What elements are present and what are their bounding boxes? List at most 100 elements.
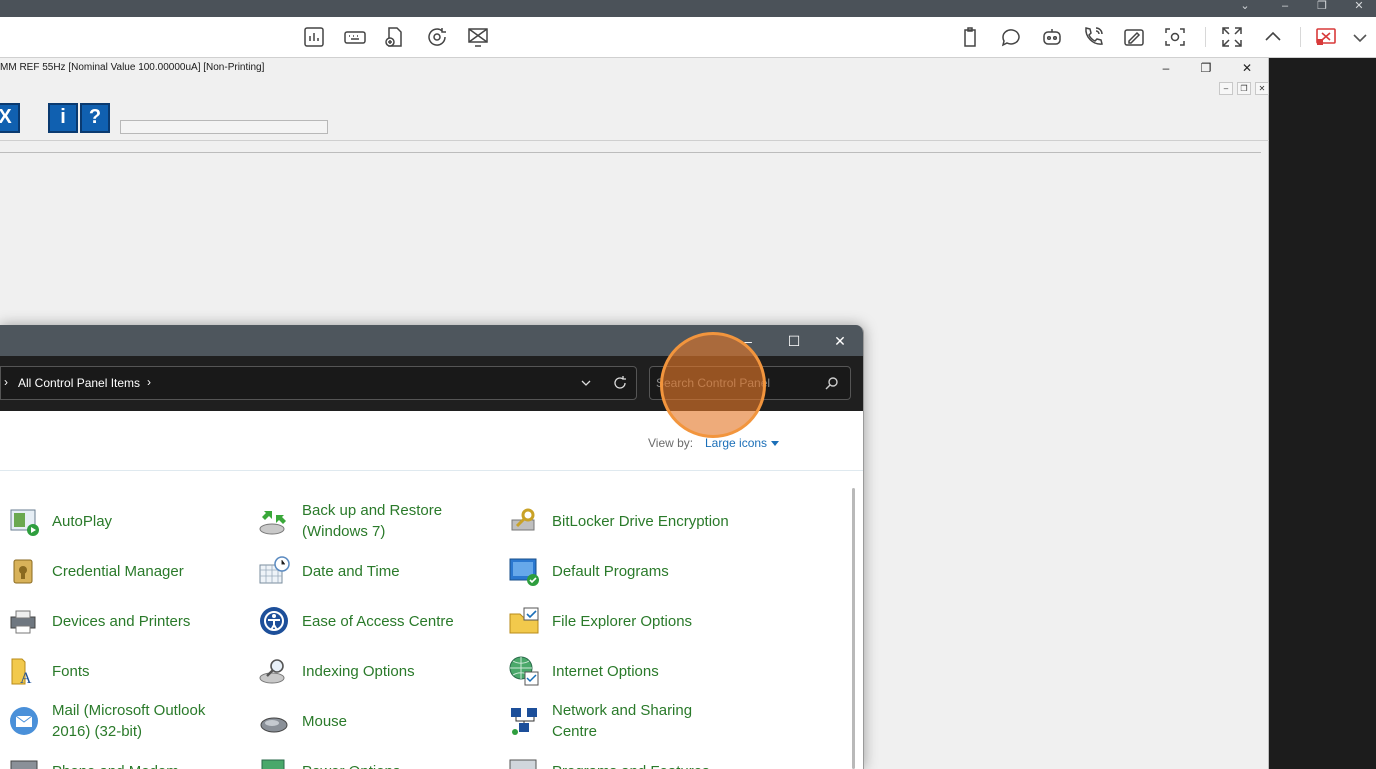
- maximize-icon[interactable]: ☐: [779, 332, 809, 350]
- search-icon[interactable]: [824, 375, 840, 391]
- cp-item-mail[interactable]: Mail (Microsoft Outlook 2016) (32-bit): [8, 699, 238, 743]
- cp-item-label: Mouse: [302, 712, 348, 730]
- chat-icon[interactable]: [999, 25, 1023, 49]
- help-button[interactable]: ?: [80, 103, 110, 133]
- close-icon[interactable]: ✕: [1344, 0, 1374, 17]
- file-explorer-options-icon: [508, 605, 540, 637]
- disconnect-icon[interactable]: [1314, 25, 1338, 49]
- clipboard-icon[interactable]: [958, 25, 982, 49]
- cp-item-credential-manager[interactable]: Credential Manager: [8, 549, 238, 593]
- mdi-minimize-icon[interactable]: –: [1219, 82, 1233, 95]
- remote-session-toolbar: [0, 17, 1376, 58]
- cp-item-label: File Explorer Options: [552, 612, 693, 630]
- cp-item-power-options[interactable]: Power Options: [258, 749, 488, 769]
- indexing-options-icon: [258, 655, 290, 687]
- close-icon[interactable]: ✕: [1239, 60, 1255, 76]
- cp-item-programs-features[interactable]: Programs and Features: [508, 749, 748, 769]
- caret-down-icon: [771, 441, 780, 447]
- bitlocker-icon: [508, 505, 540, 537]
- cp-item-autoplay[interactable]: AutoPlay: [8, 499, 238, 543]
- chevron-down-icon[interactable]: [579, 376, 593, 390]
- view-by-label: View by:: [648, 436, 694, 450]
- cp-item-label: AutoPlay: [52, 512, 113, 530]
- file-transfer-icon[interactable]: [382, 25, 406, 49]
- scrollbar[interactable]: [852, 488, 855, 769]
- cp-item-date-time[interactable]: Date and Time: [258, 549, 488, 593]
- cp-item-label: Ease of Access Centre: [302, 612, 454, 630]
- cp-item-backup-restore[interactable]: Back up and Restore (Windows 7): [258, 499, 488, 543]
- cp-item-label: Default Programs: [552, 562, 669, 580]
- breadcrumb[interactable]: › All Control Panel Items ›: [0, 366, 637, 400]
- cp-item-label: Credential Manager: [52, 562, 184, 580]
- svg-text:A: A: [20, 670, 32, 687]
- info-button[interactable]: i: [48, 103, 78, 133]
- camera-focus-icon[interactable]: [1163, 25, 1187, 49]
- fullscreen-icon[interactable]: [1220, 25, 1244, 49]
- cp-item-indexing-options[interactable]: Indexing Options: [258, 649, 488, 693]
- mdi-close-icon[interactable]: ✕: [1255, 82, 1269, 95]
- internet-options-icon: [508, 655, 540, 687]
- date-time-icon: [258, 555, 290, 587]
- view-by-dropdown[interactable]: Large icons: [705, 436, 780, 450]
- status-field: [120, 120, 328, 134]
- restore-icon[interactable]: ❐: [1307, 0, 1337, 17]
- minimize-icon[interactable]: –: [1158, 60, 1174, 76]
- cp-item-label: Date and Time: [302, 562, 400, 580]
- click-highlight-indicator: [660, 332, 766, 438]
- toolbar-divider: [1205, 27, 1206, 47]
- cp-item-phone-modem[interactable]: Phone and Modem: [8, 749, 238, 769]
- cp-item-label: Programs and Features: [552, 749, 732, 769]
- cp-item-label: Fonts: [52, 662, 90, 680]
- cp-item-label: Internet Options: [552, 662, 659, 680]
- ease-of-access-icon: [258, 605, 290, 637]
- cp-item-devices-printers[interactable]: Devices and Printers: [8, 599, 238, 643]
- network-sharing-icon: [508, 705, 540, 737]
- cp-item-mouse[interactable]: Mouse: [258, 699, 488, 743]
- restore-icon[interactable]: ❐: [1198, 60, 1214, 76]
- refresh-icon[interactable]: [612, 375, 628, 391]
- refresh-cycle-icon[interactable]: [425, 25, 449, 49]
- bot-icon[interactable]: [1040, 25, 1064, 49]
- autoplay-icon: [8, 505, 40, 537]
- mouse-icon: [258, 705, 290, 737]
- desktop-background: [1269, 58, 1376, 769]
- minimize-icon[interactable]: –: [1270, 0, 1300, 17]
- breadcrumb-separator-icon[interactable]: ›: [147, 375, 151, 389]
- devices-printers-icon: [8, 605, 40, 637]
- breadcrumb-item[interactable]: All Control Panel Items: [18, 376, 140, 390]
- no-screen-icon[interactable]: [466, 25, 490, 49]
- cp-item-label: Mail (Microsoft Outlook 2016) (32-bit): [52, 702, 206, 740]
- backup-restore-icon: [258, 505, 290, 537]
- programs-features-icon: [508, 755, 540, 769]
- cp-item-network-sharing[interactable]: Network and Sharing Centre: [508, 699, 748, 743]
- cp-item-label: Phone and Modem: [52, 749, 232, 769]
- phone-call-icon[interactable]: [1081, 25, 1105, 49]
- divider: [0, 140, 1269, 141]
- chevron-down-icon[interactable]: [1348, 25, 1367, 49]
- chevron-down-icon[interactable]: ⌄: [1230, 0, 1260, 17]
- cp-item-label: Indexing Options: [302, 662, 415, 680]
- exit-button[interactable]: X: [0, 103, 20, 133]
- close-icon[interactable]: ✕: [825, 332, 855, 350]
- cp-item-bitlocker[interactable]: BitLocker Drive Encryption: [508, 499, 748, 543]
- keyboard-icon[interactable]: [343, 25, 367, 49]
- cp-item-label: Devices and Printers: [52, 612, 191, 630]
- mdi-restore-icon[interactable]: ❐: [1237, 82, 1251, 95]
- mail-icon: [8, 705, 40, 737]
- cp-item-ease-of-access[interactable]: Ease of Access Centre: [258, 599, 488, 643]
- os-top-strip: ⌄ – ❐ ✕: [0, 0, 1376, 17]
- cp-item-fonts[interactable]: A Fonts: [8, 649, 238, 693]
- app-window-title: MM REF 55Hz [Nominal Value 100.00000uA] …: [0, 62, 265, 73]
- chart-icon[interactable]: [302, 25, 326, 49]
- view-by-value: Large icons: [705, 436, 768, 450]
- chevron-up-icon[interactable]: [1261, 25, 1285, 49]
- cp-item-default-programs[interactable]: Default Programs: [508, 549, 748, 593]
- cp-item-file-explorer-options[interactable]: File Explorer Options: [508, 599, 748, 643]
- cp-item-label: Back up and Restore (Windows 7): [302, 502, 443, 540]
- cp-item-internet-options[interactable]: Internet Options: [508, 649, 748, 693]
- cp-item-label: Power Options: [302, 749, 482, 769]
- divider: [0, 152, 1261, 153]
- toolbar-divider: [1300, 27, 1301, 47]
- credential-manager-icon: [8, 555, 40, 587]
- annotate-icon[interactable]: [1122, 25, 1146, 49]
